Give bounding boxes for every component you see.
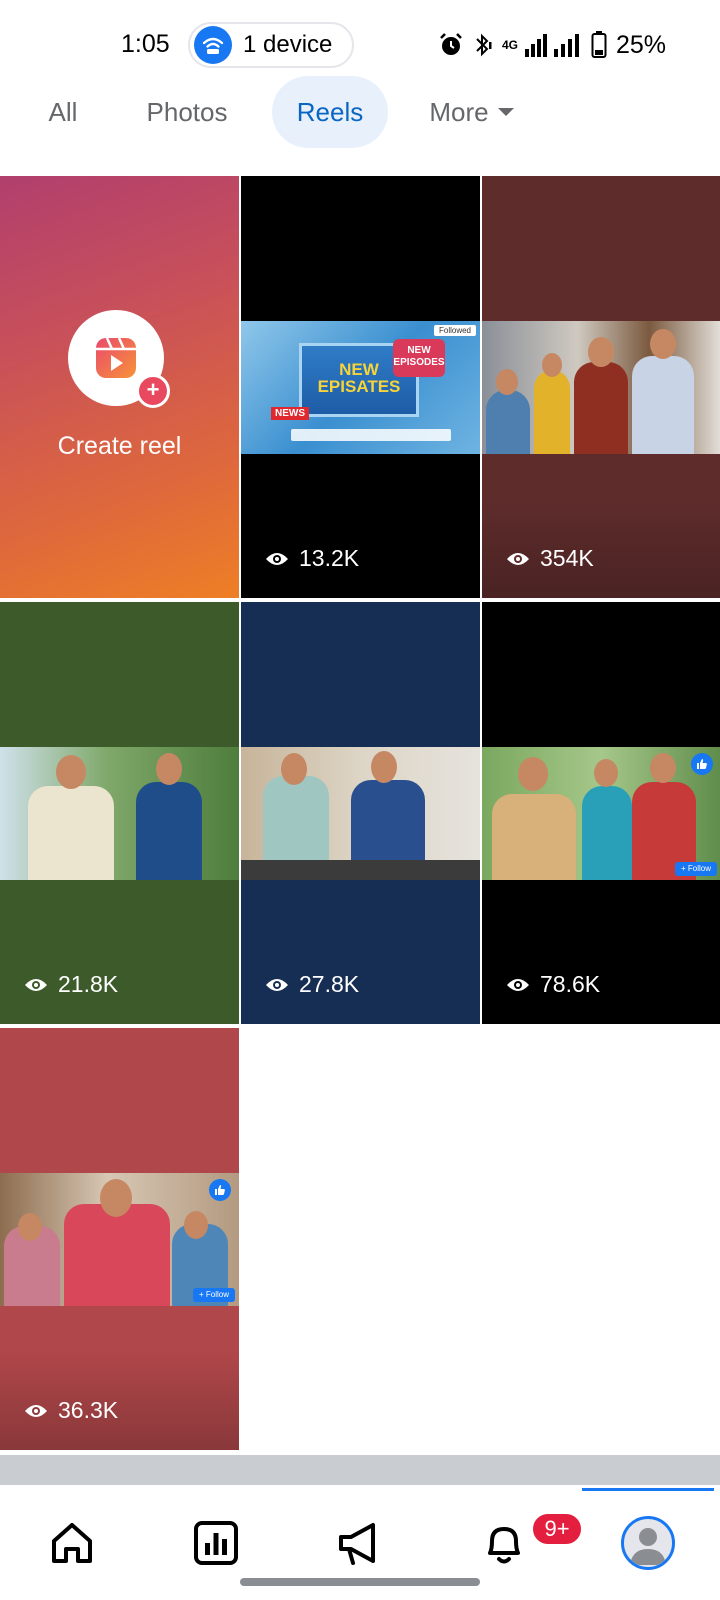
tab-more-label: More bbox=[429, 96, 489, 127]
thumb-chip: Followed bbox=[433, 325, 476, 336]
reel-tile[interactable]: + Follow 78.6K bbox=[482, 602, 720, 1024]
bluetooth-icon bbox=[476, 33, 492, 57]
divider-band bbox=[0, 1455, 720, 1485]
battery-icon bbox=[591, 31, 607, 58]
view-count-label: 36.3K bbox=[58, 1397, 119, 1423]
view-count: 21.8K bbox=[24, 971, 118, 998]
view-count: 36.3K bbox=[24, 1397, 118, 1424]
alarm-icon bbox=[440, 33, 462, 55]
battery-percent: 25% bbox=[615, 30, 666, 59]
device-pill[interactable]: 1 device bbox=[188, 22, 354, 68]
tab-reels[interactable]: Reels bbox=[272, 76, 388, 148]
view-count-label: 13.2K bbox=[299, 545, 360, 571]
reel-tile[interactable]: 21.8K bbox=[0, 602, 239, 1024]
active-tab-indicator bbox=[582, 1488, 714, 1491]
signal-icon-1 bbox=[524, 34, 547, 57]
thumb-tag: NEWS bbox=[271, 407, 309, 420]
thumb-badge: NEW EPISODES bbox=[393, 339, 445, 377]
reel-thumbnail bbox=[241, 747, 480, 880]
eye-icon bbox=[25, 978, 47, 991]
tab-photos-label: Photos bbox=[146, 96, 228, 127]
nav-home[interactable] bbox=[12, 1485, 132, 1600]
signal-icon-2 bbox=[553, 34, 579, 57]
view-count-label: 78.6K bbox=[540, 971, 601, 997]
create-reel-tile[interactable]: + Create reel bbox=[0, 176, 239, 598]
view-count-label: 354K bbox=[540, 545, 594, 571]
tab-reels-label: Reels bbox=[296, 96, 364, 127]
reel-thumbnail bbox=[482, 321, 720, 454]
status-icons: 4G 25% bbox=[438, 28, 666, 62]
home-icon bbox=[52, 1522, 92, 1563]
tab-all-label: All bbox=[48, 96, 78, 127]
eye-icon bbox=[266, 978, 288, 991]
view-count: 27.8K bbox=[265, 971, 359, 998]
bell-icon bbox=[488, 1526, 520, 1563]
follow-chip: + Follow bbox=[674, 862, 717, 876]
profile-avatar bbox=[621, 1515, 675, 1570]
eye-icon bbox=[507, 978, 529, 991]
tab-all[interactable]: All bbox=[30, 76, 96, 148]
notification-badge: 9+ bbox=[530, 1511, 584, 1547]
reel-tile[interactable]: 27.8K bbox=[241, 602, 480, 1024]
megaphone-icon bbox=[339, 1522, 375, 1565]
reel-thumbnail bbox=[0, 747, 239, 880]
eye-icon bbox=[266, 552, 288, 565]
reel-tile[interactable]: 354K bbox=[482, 176, 720, 598]
network-type: 4G bbox=[501, 38, 518, 52]
eye-icon bbox=[507, 552, 529, 565]
reel-thumbnail: NEW EPISATES NEW EPISODES Followed NEWS bbox=[241, 321, 480, 454]
like-badge-icon bbox=[209, 1179, 231, 1201]
like-badge-icon bbox=[691, 753, 713, 775]
create-reel-label: Create reel bbox=[57, 432, 182, 460]
status-time: 1:05 bbox=[121, 30, 170, 58]
add-icon: + bbox=[136, 374, 170, 408]
filter-tabs: All Photos Reels More bbox=[0, 76, 720, 148]
view-count: 13.2K bbox=[265, 545, 359, 572]
default-avatar-icon bbox=[630, 1527, 666, 1565]
insights-icon bbox=[194, 1520, 238, 1565]
follow-chip: + Follow bbox=[192, 1288, 235, 1302]
tab-more[interactable]: More bbox=[420, 76, 524, 148]
view-count-label: 21.8K bbox=[58, 971, 119, 997]
reel-tile[interactable]: + Follow 36.3K bbox=[0, 1028, 239, 1450]
reel-tile[interactable]: NEW EPISATES NEW EPISODES Followed NEWS … bbox=[241, 176, 480, 598]
reel-thumbnail: + Follow bbox=[0, 1173, 239, 1306]
nav-profile[interactable] bbox=[588, 1485, 708, 1600]
view-count: 354K bbox=[506, 545, 594, 572]
wifi-hotspot-icon bbox=[194, 26, 232, 64]
caret-down-icon bbox=[497, 108, 514, 116]
view-count-label: 27.8K bbox=[299, 971, 360, 997]
device-pill-label: 1 device bbox=[243, 31, 333, 58]
tab-photos[interactable]: Photos bbox=[130, 76, 244, 148]
eye-icon bbox=[25, 1404, 47, 1417]
reel-thumbnail: + Follow bbox=[482, 747, 720, 880]
view-count: 78.6K bbox=[506, 971, 600, 998]
home-indicator[interactable] bbox=[240, 1578, 480, 1586]
